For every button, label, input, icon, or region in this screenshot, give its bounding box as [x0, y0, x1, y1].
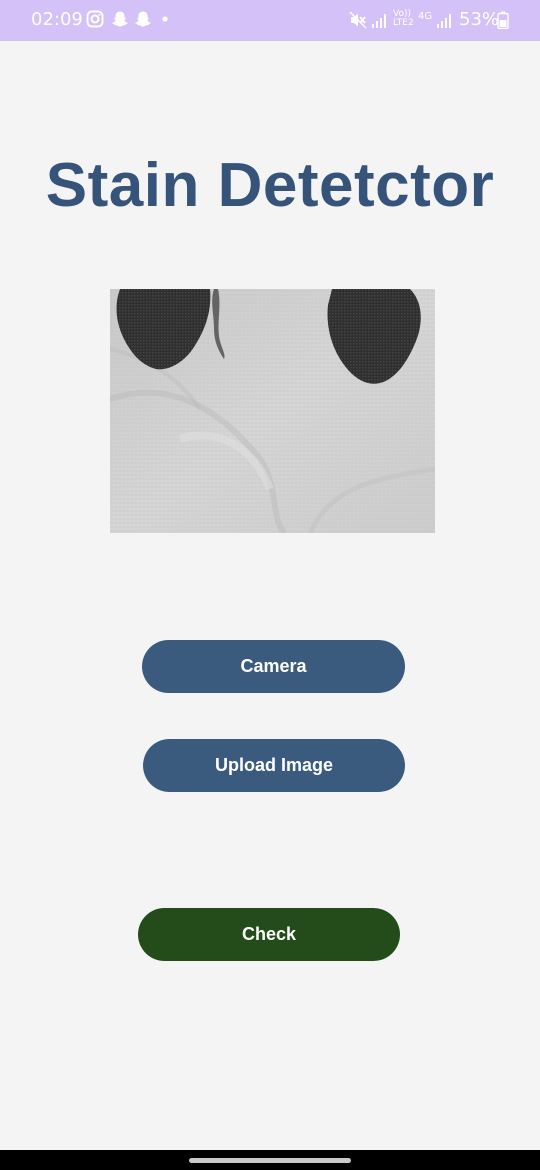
dot-icon	[162, 16, 168, 22]
battery-percent: 53%	[459, 9, 500, 30]
status-time: 02:09	[31, 9, 83, 30]
snapchat-icon	[135, 11, 151, 27]
battery-icon	[497, 11, 509, 29]
4g-icon: 4G	[418, 11, 433, 22]
image-preview	[110, 289, 435, 533]
instagram-icon	[86, 10, 104, 28]
app-screen: 02:09 Vo)) LTE2 4G 53% Stain Detetctor C…	[0, 0, 540, 1170]
signal-icon	[437, 14, 451, 28]
volte-icon: Vo)) LTE2	[393, 9, 414, 28]
mute-icon	[349, 11, 367, 29]
signal-icon	[372, 14, 386, 28]
camera-button[interactable]: Camera	[142, 640, 405, 693]
app-title: Stain Detetctor	[45, 151, 495, 220]
home-gesture-handle[interactable]	[189, 1158, 351, 1163]
navigation-bar	[0, 1150, 540, 1170]
check-button[interactable]: Check	[138, 908, 400, 961]
snapchat-icon	[112, 11, 128, 27]
upload-image-button[interactable]: Upload Image	[143, 739, 405, 792]
status-bar: 02:09 Vo)) LTE2 4G 53%	[0, 0, 540, 41]
fabric-stain-photo	[110, 289, 435, 533]
